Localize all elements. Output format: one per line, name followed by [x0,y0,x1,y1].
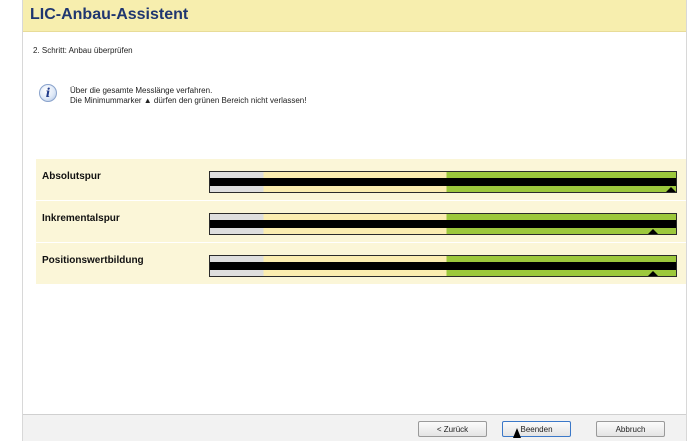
track-label: Positionswertbildung [42,255,144,266]
signal-stripe [210,178,676,186]
info-text-line1: Über die gesamte Messlänge verfahren. [70,86,213,95]
signal-bar [209,213,677,235]
signal-stripe [210,220,676,228]
mouse-cursor-icon [513,428,521,438]
title-bar: LIC-Anbau-Assistent [23,0,686,32]
signal-bar [209,171,677,193]
window-title: LIC-Anbau-Assistent [30,6,189,23]
info-icon: i [39,84,57,102]
track-row-positionswertbildung: Positionswertbildung [36,243,686,284]
info-text-line2: Die Minimummarker ▲ dürfen den grünen Be… [70,96,307,105]
minimum-marker [647,229,658,234]
back-button[interactable]: < Zurück [418,421,487,437]
track-label: Inkrementalspur [42,213,120,224]
step-label: 2. Schritt: Anbau überprüfen [33,46,133,55]
minimum-marker [647,271,658,276]
track-row-absolutspur: Absolutspur [36,159,686,200]
wizard-window: LIC-Anbau-Assistent 2. Schritt: Anbau üb… [22,0,687,441]
cancel-button[interactable]: Abbruch [596,421,665,437]
button-bar: < Zurück Beenden Abbruch [23,414,686,441]
track-label: Absolutspur [42,171,101,182]
track-row-inkrementalspur: Inkrementalspur [36,201,686,242]
minimum-marker [666,187,676,192]
signal-stripe [210,262,676,270]
signal-bar [209,255,677,277]
